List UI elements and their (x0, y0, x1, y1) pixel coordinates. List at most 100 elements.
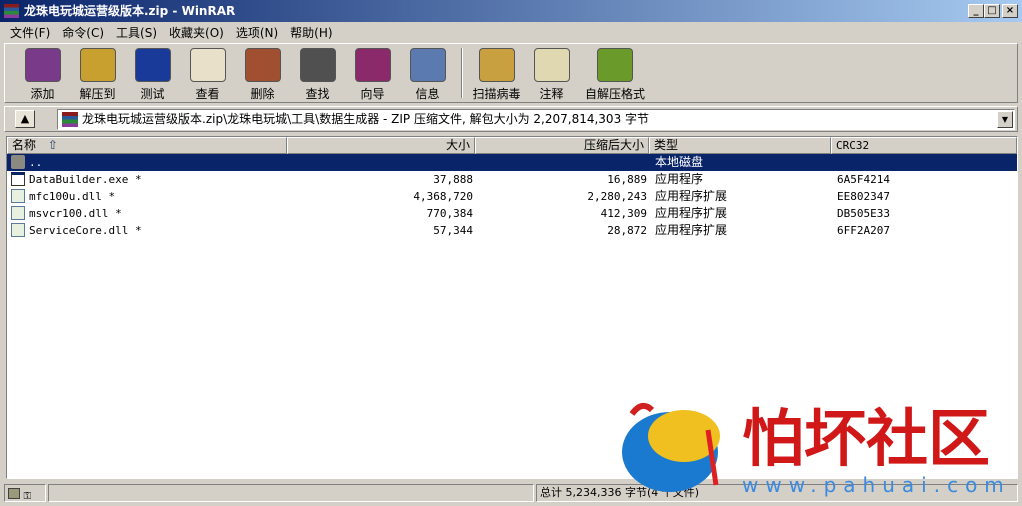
path-dropdown-button[interactable]: ▼ (997, 111, 1013, 128)
toolbar-button-virus-scan[interactable]: 扫描病毒 (469, 44, 524, 102)
status-bar: ⚿ 总计 5,234,336 字节(4 个文件) (4, 484, 1018, 503)
file-crc: 6FF2A207 (837, 224, 890, 237)
toolbar-label: 查找 (305, 87, 330, 101)
toolbar-button-view[interactable]: 查看 (180, 44, 235, 102)
file-name: msvcr100.dll * (29, 207, 122, 220)
file-list: 名称 ⇧ 大小 压缩后大小 类型 CRC32 .. 本地磁盘 DataBuild… (6, 136, 1018, 479)
toolbar-label: 查看 (195, 87, 220, 101)
status-selection (48, 484, 534, 502)
toolbar-button-sfx[interactable]: 自解压格式 (579, 44, 651, 102)
list-header: 名称 ⇧ 大小 压缩后大小 类型 CRC32 (7, 137, 1017, 154)
column-size[interactable]: 大小 (287, 137, 475, 154)
zip-archive-icon (62, 112, 78, 127)
file-size: 4,368,720 (413, 190, 473, 203)
toolbar-button-test[interactable]: 测试 (125, 44, 180, 102)
column-name[interactable]: 名称 ⇧ (7, 137, 287, 154)
winrar-icon (4, 4, 19, 18)
sfx-icon (597, 48, 633, 82)
toolbar-separator (461, 48, 463, 98)
file-crc: EE802347 (837, 190, 890, 203)
file-size: 57,344 (433, 224, 473, 237)
wizard-icon (354, 48, 391, 82)
toolbar-button-delete[interactable]: 删除 (235, 44, 290, 102)
path-field[interactable]: 龙珠电玩城运营级版本.zip\龙珠电玩城\工具\数据生成器 - ZIP 压缩文件… (57, 109, 1015, 130)
file-type: 应用程序 (655, 172, 704, 186)
toolbar-button-find[interactable]: 查找 (290, 44, 345, 102)
info-icon (409, 48, 446, 82)
file-size: 37,888 (433, 173, 473, 186)
file-packed-size: 16,889 (607, 173, 647, 186)
column-packed[interactable]: 压缩后大小 (475, 137, 649, 154)
file-name: ServiceCore.dll * (29, 224, 142, 237)
toolbar-button-comment[interactable]: 注释 (524, 44, 579, 102)
up-folder-button[interactable]: ▲ (15, 110, 35, 128)
file-type: 本地磁盘 (655, 155, 704, 169)
close-button[interactable]: × (1002, 4, 1018, 18)
virus-scan-icon (478, 48, 515, 82)
address-bar: ▲ 龙珠电玩城运营级版本.zip\龙珠电玩城\工具\数据生成器 - ZIP 压缩… (4, 106, 1018, 132)
toolbar-label: 解压到 (79, 87, 116, 101)
table-row[interactable]: mfc100u.dll * 4,368,720 2,280,243 应用程序扩展… (7, 188, 1017, 205)
menu-favorites[interactable]: 收藏夹(O) (163, 22, 230, 41)
status-drive-icons: ⚿ (4, 484, 46, 502)
toolbar-button-extract-to[interactable]: 解压到 (70, 44, 125, 102)
file-type: 应用程序扩展 (655, 206, 728, 220)
file-packed-size: 412,309 (600, 207, 647, 220)
table-row[interactable]: ServiceCore.dll * 57,344 28,872 应用程序扩展 6… (7, 222, 1017, 239)
menu-file[interactable]: 文件(F) (4, 22, 56, 41)
comment-icon (533, 48, 570, 82)
find-icon (299, 48, 336, 82)
column-crc[interactable]: CRC32 (831, 137, 1017, 154)
toolbar-label: 信息 (415, 87, 440, 101)
exe-icon (11, 172, 25, 186)
minimize-button[interactable]: _ (968, 4, 984, 18)
toolbar-label: 添加 (30, 87, 55, 101)
column-name-label: 名称 (12, 138, 37, 152)
toolbar-label: 扫描病毒 (472, 87, 521, 101)
toolbar-label: 删除 (250, 87, 275, 101)
title-bar: 龙珠电玩城运营级版本.zip - WinRAR _ □ × (0, 0, 1022, 22)
toolbar: 添加 解压到 测试 查看 删除 查找 向导 信息 扫描病毒 注释 自解压格式 (4, 43, 1018, 103)
sort-up-arrow-icon: ⇧ (47, 138, 58, 152)
file-packed-size: 2,280,243 (587, 190, 647, 203)
delete-icon (244, 48, 281, 82)
toolbar-button-add-archive[interactable]: 添加 (15, 44, 70, 102)
add-archive-icon (24, 48, 61, 82)
toolbar-label: 测试 (140, 87, 165, 101)
menu-options[interactable]: 选项(N) (230, 22, 284, 41)
file-crc: DB505E33 (837, 207, 890, 220)
drive-icon (8, 488, 20, 499)
toolbar-label: 向导 (360, 87, 385, 101)
file-name: .. (29, 156, 43, 169)
path-text: 龙珠电玩城运营级版本.zip\龙珠电玩城\工具\数据生成器 - ZIP 压缩文件… (82, 112, 650, 126)
menu-help[interactable]: 帮助(H) (284, 22, 338, 41)
table-row[interactable]: msvcr100.dll * 770,384 412,309 应用程序扩展 DB… (7, 205, 1017, 222)
toolbar-label: 自解压格式 (584, 87, 645, 101)
toolbar-button-info[interactable]: 信息 (400, 44, 455, 102)
extract-to-icon (79, 48, 116, 82)
file-size: 770,384 (426, 207, 473, 220)
dll-icon (11, 189, 25, 203)
folder-up-icon (11, 155, 25, 169)
table-row[interactable]: .. 本地磁盘 (7, 154, 1017, 171)
dll-icon (11, 223, 25, 237)
status-total: 总计 5,234,336 字节(4 个文件) (536, 484, 1018, 502)
menu-tools[interactable]: 工具(S) (110, 22, 163, 41)
view-icon (189, 48, 226, 82)
toolbar-button-wizard[interactable]: 向导 (345, 44, 400, 102)
table-row[interactable]: DataBuilder.exe * 37,888 16,889 应用程序 6A5… (7, 171, 1017, 188)
key-icon: ⚿ (23, 491, 32, 502)
dll-icon (11, 206, 25, 220)
menu-commands[interactable]: 命令(C) (56, 22, 110, 41)
column-type[interactable]: 类型 (649, 137, 831, 154)
file-type: 应用程序扩展 (655, 223, 728, 237)
file-packed-size: 28,872 (607, 224, 647, 237)
toolbar-label: 注释 (539, 87, 564, 101)
file-crc: 6A5F4214 (837, 173, 890, 186)
test-icon (134, 48, 171, 82)
file-type: 应用程序扩展 (655, 189, 728, 203)
maximize-button[interactable]: □ (984, 4, 1000, 18)
window-title: 龙珠电玩城运营级版本.zip - WinRAR (24, 4, 236, 18)
file-name: mfc100u.dll * (29, 190, 116, 203)
menu-bar: 文件(F) 命令(C) 工具(S) 收藏夹(O) 选项(N) 帮助(H) (0, 22, 1022, 41)
